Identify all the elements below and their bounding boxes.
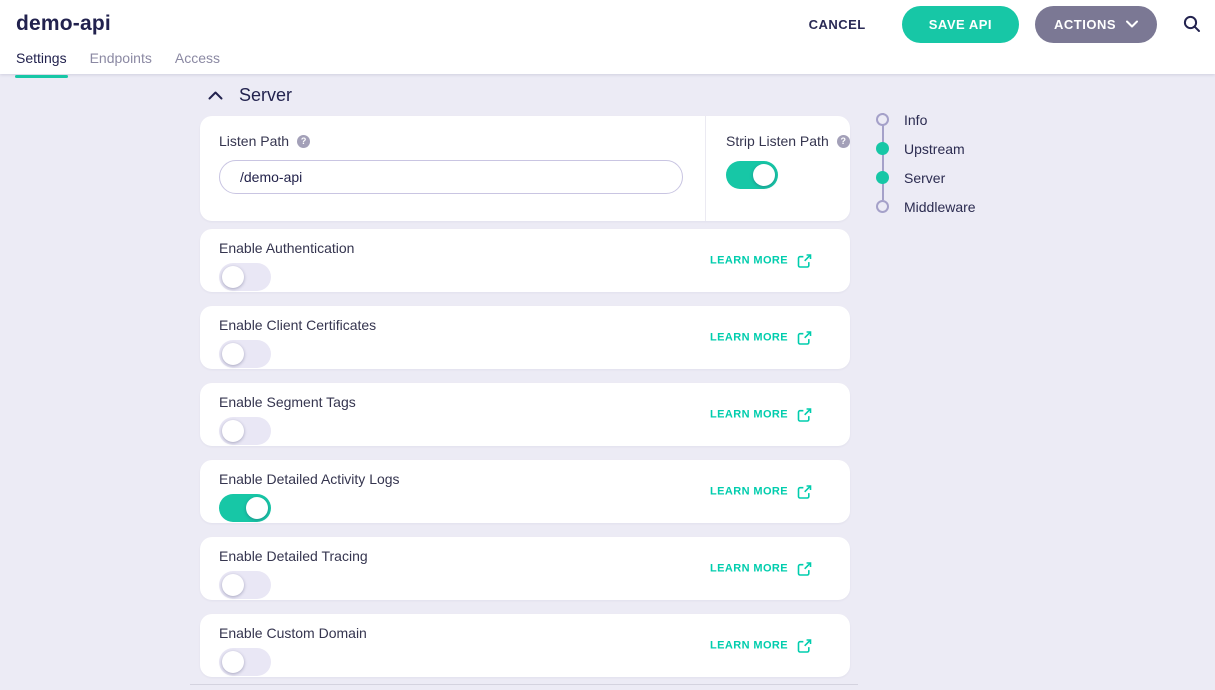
listen-path-input[interactable] <box>219 160 683 194</box>
enable-detailed-activity-logs-toggle[interactable] <box>219 494 271 522</box>
enable-segment-tags-toggle[interactable] <box>219 417 271 445</box>
strip-listen-path-label-row: Strip Listen Path ? <box>726 133 850 149</box>
section-title: Server <box>239 85 292 106</box>
help-icon[interactable]: ? <box>297 135 310 148</box>
server-cards: Listen Path ? Strip Listen Path ? Enable… <box>200 116 850 690</box>
enable-client-certificates-toggle[interactable] <box>219 340 271 368</box>
save-api-button[interactable]: SAVE API <box>902 6 1019 43</box>
page-title: demo-api <box>16 12 111 36</box>
stepper-item-upstream[interactable]: Upstream <box>876 134 976 163</box>
learn-more-link[interactable]: LEARN MORE <box>710 253 812 268</box>
top-bar: demo-api CANCEL SAVE API ACTIONS Setting… <box>0 0 1215 74</box>
learn-more-link[interactable]: LEARN MORE <box>710 484 812 499</box>
section-stepper: Info Upstream Server Middleware <box>876 105 976 221</box>
learn-more-label: LEARN MORE <box>710 332 788 344</box>
toggle-knob <box>222 343 244 365</box>
toggle-knob <box>222 266 244 288</box>
toggle-knob <box>222 420 244 442</box>
external-link-icon <box>797 561 812 576</box>
search-icon <box>1183 15 1201 33</box>
step-label: Server <box>904 170 945 186</box>
toggle-knob <box>753 164 775 186</box>
learn-more-label: LEARN MORE <box>710 640 788 652</box>
step-label: Upstream <box>904 141 965 157</box>
strip-listen-path-field: Strip Listen Path ? <box>705 116 850 221</box>
external-link-icon <box>797 253 812 268</box>
search-button[interactable] <box>1183 15 1201 33</box>
step-label: Middleware <box>904 199 976 215</box>
toggle-knob <box>222 574 244 596</box>
strip-listen-path-label: Strip Listen Path <box>726 133 829 149</box>
settings-content: Server Listen Path ? Strip Listen Path ? <box>0 74 1215 690</box>
actions-label: ACTIONS <box>1054 17 1116 32</box>
stepper-item-info[interactable]: Info <box>876 105 976 134</box>
learn-more-label: LEARN MORE <box>710 255 788 267</box>
tab-bar: Settings Endpoints Access <box>0 48 1215 74</box>
enable-segment-tags-card: Enable Segment Tags LEARN MORE <box>200 383 850 446</box>
actions-button[interactable]: ACTIONS <box>1035 6 1157 43</box>
toggle-knob <box>246 497 268 519</box>
listen-path-label-row: Listen Path ? <box>219 133 683 149</box>
learn-more-label: LEARN MORE <box>710 409 788 421</box>
listen-path-field: Listen Path ? <box>200 116 705 221</box>
learn-more-link[interactable]: LEARN MORE <box>710 407 812 422</box>
external-link-icon <box>797 330 812 345</box>
tab-settings[interactable]: Settings <box>16 50 67 74</box>
listen-path-label: Listen Path <box>219 133 289 149</box>
strip-listen-path-toggle[interactable] <box>726 161 778 189</box>
tab-endpoints[interactable]: Endpoints <box>90 50 152 74</box>
listen-path-card: Listen Path ? Strip Listen Path ? <box>200 116 850 221</box>
enable-detailed-tracing-card: Enable Detailed Tracing LEARN MORE <box>200 537 850 600</box>
external-link-icon <box>797 638 812 653</box>
enable-detailed-tracing-toggle[interactable] <box>219 571 271 599</box>
learn-more-label: LEARN MORE <box>710 563 788 575</box>
learn-more-label: LEARN MORE <box>710 486 788 498</box>
external-link-icon <box>797 407 812 422</box>
header: demo-api CANCEL SAVE API ACTIONS <box>0 0 1215 48</box>
step-dot <box>876 142 889 155</box>
cancel-button[interactable]: CANCEL <box>809 17 866 32</box>
header-actions: CANCEL SAVE API ACTIONS <box>809 6 1201 43</box>
enable-authentication-card: Enable Authentication LEARN MORE <box>200 229 850 292</box>
help-icon[interactable]: ? <box>837 135 850 148</box>
learn-more-link[interactable]: LEARN MORE <box>710 561 812 576</box>
enable-custom-domain-card: Enable Custom Domain LEARN MORE <box>200 614 850 677</box>
chevron-down-icon <box>1126 20 1138 28</box>
step-label: Info <box>904 112 927 128</box>
step-dot <box>876 171 889 184</box>
server-section-header[interactable]: Server <box>208 85 292 106</box>
external-link-icon <box>797 484 812 499</box>
toggle-knob <box>222 651 244 673</box>
step-dot <box>876 200 889 213</box>
learn-more-link[interactable]: LEARN MORE <box>710 638 812 653</box>
chevron-up-icon <box>208 91 223 100</box>
enable-authentication-toggle[interactable] <box>219 263 271 291</box>
enable-client-certificates-card: Enable Client Certificates LEARN MORE <box>200 306 850 369</box>
stepper-item-middleware[interactable]: Middleware <box>876 192 976 221</box>
learn-more-link[interactable]: LEARN MORE <box>710 330 812 345</box>
stepper-item-server[interactable]: Server <box>876 163 976 192</box>
enable-custom-domain-toggle[interactable] <box>219 648 271 676</box>
tab-access[interactable]: Access <box>175 50 220 74</box>
enable-detailed-activity-logs-card: Enable Detailed Activity Logs LEARN MORE <box>200 460 850 523</box>
step-dot <box>876 113 889 126</box>
section-divider <box>190 684 858 685</box>
